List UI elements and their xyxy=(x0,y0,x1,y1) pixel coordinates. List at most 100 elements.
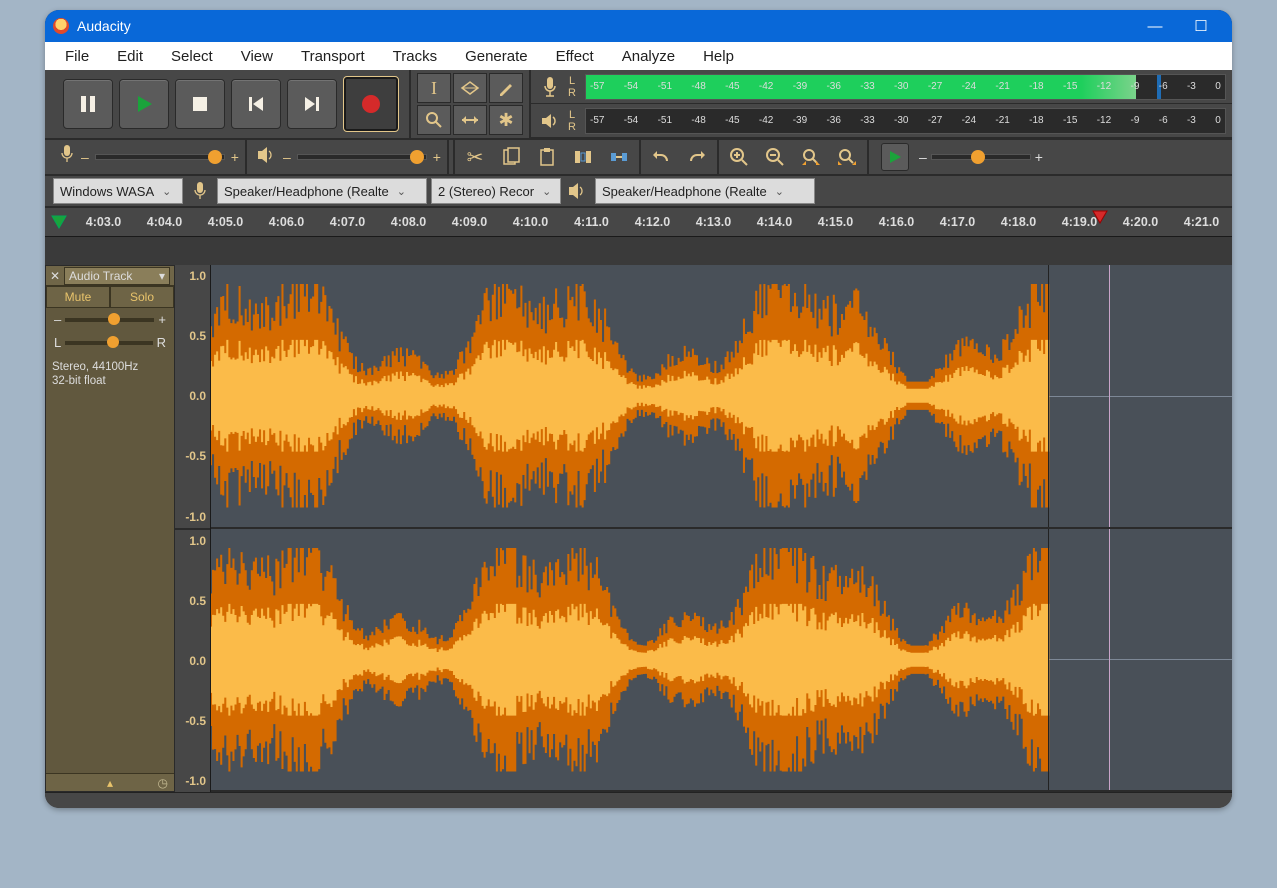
audio-host-combo[interactable]: Windows WASA⌄ xyxy=(53,178,183,204)
zoom-in-button[interactable] xyxy=(723,142,755,172)
speaker-icon xyxy=(257,146,277,169)
menu-transport[interactable]: Transport xyxy=(287,44,379,69)
redo-icon xyxy=(687,149,707,165)
chevron-up-icon: ▴ xyxy=(107,776,113,790)
slider-plus: + xyxy=(1035,149,1043,165)
chevron-down-icon: ▾ xyxy=(159,269,165,283)
recording-volume-slider[interactable] xyxy=(95,154,225,160)
skip-start-icon xyxy=(246,94,266,114)
skip-start-button[interactable] xyxy=(231,79,281,129)
multi-tool[interactable]: ✱ xyxy=(489,105,523,135)
fit-project-icon xyxy=(836,147,858,167)
microphone-icon xyxy=(59,144,75,170)
waveform-channel-right[interactable] xyxy=(211,529,1232,791)
transport-toolbar xyxy=(45,70,411,138)
speaker-icon xyxy=(565,183,591,199)
gain-plus: + xyxy=(158,312,166,327)
timeshift-tool[interactable] xyxy=(453,105,487,135)
solo-button[interactable]: Solo xyxy=(110,286,174,308)
silence-button[interactable] xyxy=(603,142,635,172)
meter-lr-label: LR xyxy=(565,75,579,99)
copy-button[interactable] xyxy=(495,142,527,172)
menu-file[interactable]: File xyxy=(51,44,103,69)
playback-speed-slider[interactable] xyxy=(931,154,1031,160)
meter-lr-label: LR xyxy=(565,109,579,133)
menu-select[interactable]: Select xyxy=(157,44,227,69)
track-format-label: Stereo, 44100Hz 32-bit float xyxy=(46,354,174,394)
play-at-speed-button[interactable] xyxy=(881,143,909,171)
stop-button[interactable] xyxy=(175,79,225,129)
menu-edit[interactable]: Edit xyxy=(103,44,157,69)
speaker-icon xyxy=(535,106,565,136)
track-close-button[interactable]: ✕ xyxy=(50,269,64,283)
play-icon xyxy=(133,93,155,115)
zoom-out-icon xyxy=(765,147,785,167)
pan-slider[interactable] xyxy=(65,341,152,345)
chevron-down-icon: ⌄ xyxy=(162,185,171,198)
paste-button[interactable] xyxy=(531,142,563,172)
menu-generate[interactable]: Generate xyxy=(451,44,542,69)
quickplay-start-marker[interactable] xyxy=(45,208,73,236)
menu-analyze[interactable]: Analyze xyxy=(608,44,689,69)
clipboard-icon xyxy=(537,147,557,167)
redo-button[interactable] xyxy=(681,142,713,172)
playback-device-combo[interactable]: Speaker/Headphone (Realte⌄ xyxy=(595,178,815,204)
zoom-in-icon xyxy=(729,147,749,167)
menu-view[interactable]: View xyxy=(227,44,287,69)
recording-meter[interactable]: LR -57-54-51-48-45-42-39-36-33-30-27-24-… xyxy=(531,70,1232,104)
play-button[interactable] xyxy=(119,79,169,129)
menu-help[interactable]: Help xyxy=(689,44,748,69)
playback-volume-slider[interactable] xyxy=(297,154,427,160)
undo-button[interactable] xyxy=(645,142,677,172)
fit-project-button[interactable] xyxy=(831,142,863,172)
gain-slider[interactable] xyxy=(65,318,154,322)
playback-meter[interactable]: LR -57-54-51-48-45-42-39-36-33-30-27-24-… xyxy=(531,104,1232,138)
meters: LR -57-54-51-48-45-42-39-36-33-30-27-24-… xyxy=(531,70,1232,138)
menu-effect[interactable]: Effect xyxy=(542,44,608,69)
timeshift-icon xyxy=(460,113,480,127)
scissors-icon: ✂ xyxy=(467,145,484,170)
fit-selection-button[interactable] xyxy=(795,142,827,172)
timeline-ruler[interactable]: 4:03.04:04.04:05.04:06.04:07.04:08.04:09… xyxy=(73,208,1232,236)
pause-button[interactable] xyxy=(63,79,113,129)
undo-icon xyxy=(651,149,671,165)
recording-device-combo[interactable]: Speaker/Headphone (Realte⌄ xyxy=(217,178,427,204)
horizontal-scrollbar[interactable] xyxy=(45,792,1232,808)
recording-channels-combo[interactable]: 2 (Stereo) Recor⌄ xyxy=(431,178,561,204)
minimize-button[interactable]: — xyxy=(1132,18,1178,35)
trim-button[interactable] xyxy=(567,142,599,172)
envelope-tool[interactable] xyxy=(453,73,487,103)
cut-button[interactable]: ✂ xyxy=(459,142,491,172)
skip-end-button[interactable] xyxy=(287,79,337,129)
envelope-icon xyxy=(460,80,480,96)
device-toolbar: Windows WASA⌄ Speaker/Headphone (Realte⌄… xyxy=(45,174,1232,206)
audacity-window: Audacity — ☐ File Edit Select View Trans… xyxy=(45,10,1232,808)
track-name: Audio Track xyxy=(69,269,132,283)
track-menu-button[interactable]: Audio Track ▾ xyxy=(64,267,170,285)
recording-volume-slider-group: – + xyxy=(53,140,247,174)
mute-button[interactable]: Mute xyxy=(46,286,110,308)
chevron-down-icon: ⌄ xyxy=(775,185,784,198)
quickplay-end-marker[interactable] xyxy=(1092,210,1108,227)
waveform-channel-left[interactable] xyxy=(211,265,1232,527)
zoom-tool[interactable] xyxy=(417,105,451,135)
fit-selection-icon xyxy=(800,147,822,167)
pencil-icon xyxy=(497,79,515,97)
app-title: Audacity xyxy=(77,18,1132,34)
maximize-button[interactable]: ☐ xyxy=(1178,17,1224,35)
track-control-panel[interactable]: ✕ Audio Track ▾ Mute Solo – + L R xyxy=(45,265,175,792)
amplitude-scale: 1.00.50.0-0.5-1.0 1.00.50.0-0.5-1.0 xyxy=(175,265,211,792)
slider-minus: – xyxy=(81,149,89,165)
waveform-column xyxy=(211,265,1232,792)
track-collapse-button[interactable]: ▴ ◷ xyxy=(46,773,174,791)
menu-tracks[interactable]: Tracks xyxy=(379,44,451,69)
pan-left: L xyxy=(54,335,61,350)
marker-down-green-icon xyxy=(51,215,67,229)
recording-meter-bar[interactable]: -57-54-51-48-45-42-39-36-33-30-27-24-21-… xyxy=(585,74,1226,100)
draw-tool[interactable] xyxy=(489,73,523,103)
playback-meter-bar[interactable]: -57-54-51-48-45-42-39-36-33-30-27-24-21-… xyxy=(585,108,1226,134)
record-button[interactable] xyxy=(343,76,399,132)
selection-tool[interactable]: I xyxy=(417,73,451,103)
menubar: File Edit Select View Transport Tracks G… xyxy=(45,42,1232,70)
zoom-out-button[interactable] xyxy=(759,142,791,172)
